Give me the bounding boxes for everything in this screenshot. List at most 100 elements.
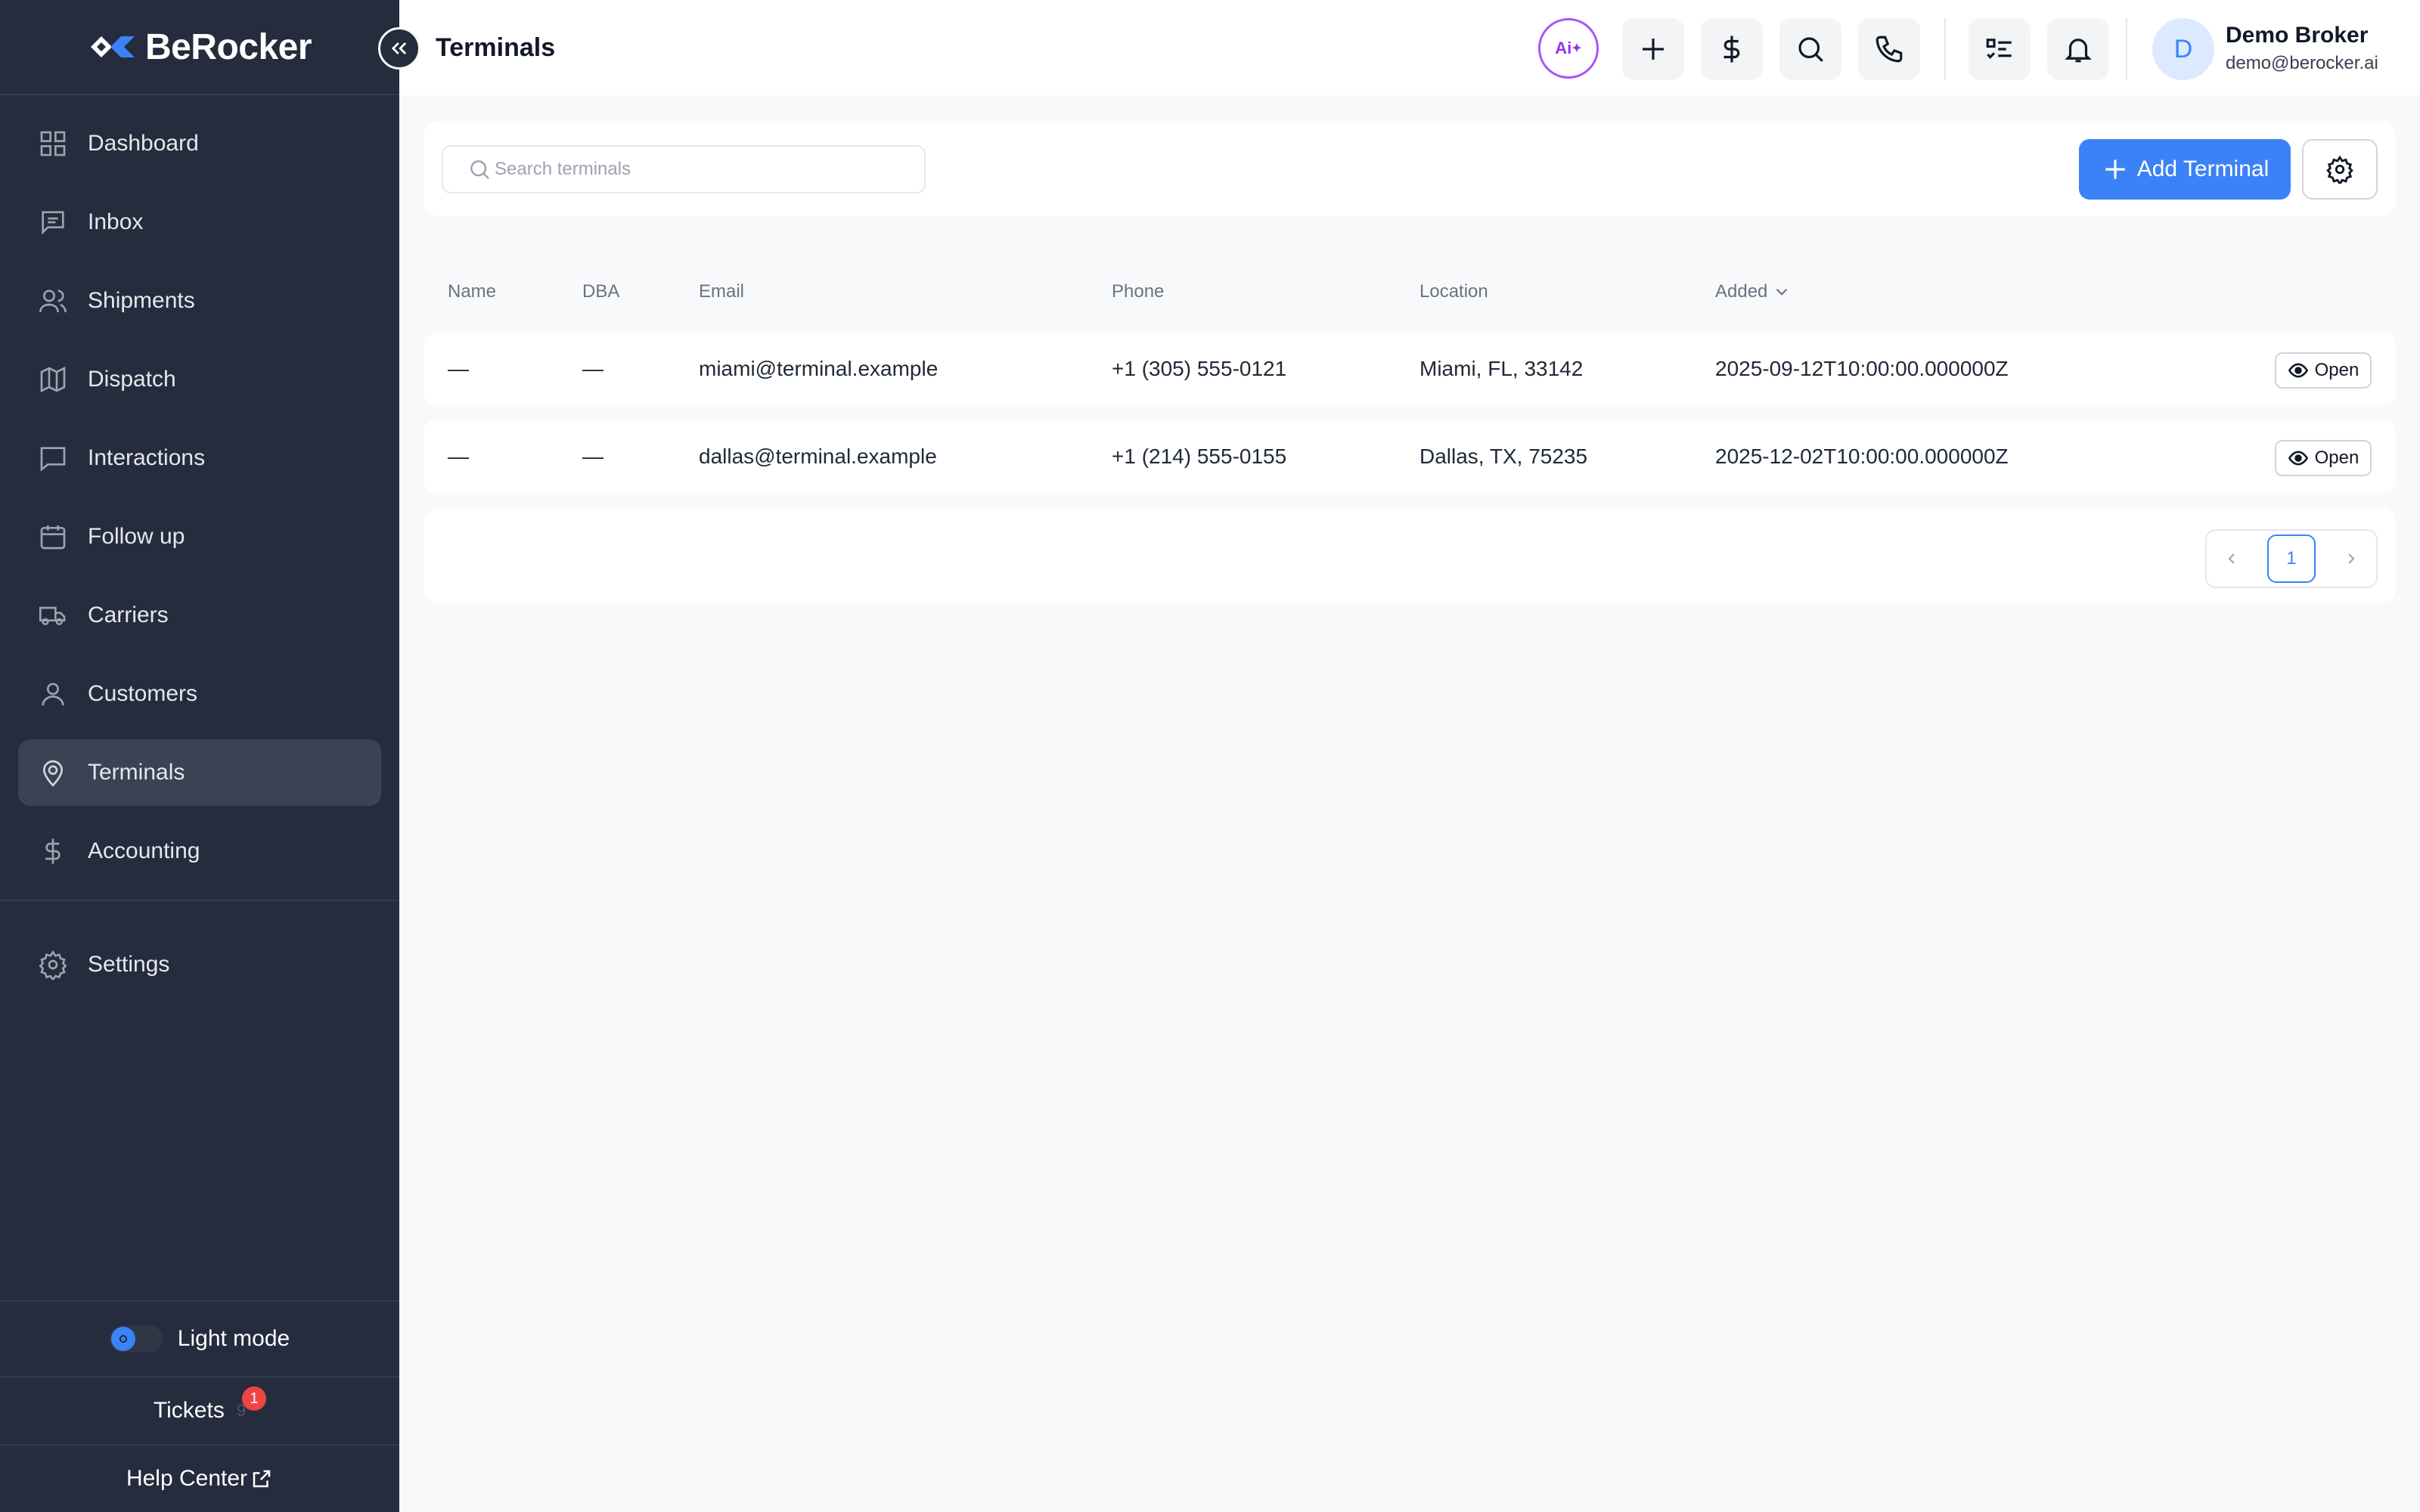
cell-email: dallas@terminal.example <box>699 445 937 468</box>
sidebar-nav: Dashboard Inbox Shipments Dispatch Inter… <box>0 95 399 885</box>
global-search-button[interactable] <box>1779 18 1841 80</box>
column-header-location[interactable]: Location <box>1419 281 1488 302</box>
chevrons-left-icon <box>391 42 407 54</box>
cell-location: Miami, FL, 33142 <box>1419 357 1584 380</box>
sidebar-footer: Light mode Tickets 9 1 Help Center <box>0 1300 399 1512</box>
cell-added: 2025-09-12T10:00:00.000000Z <box>1715 357 2009 380</box>
column-header-dba[interactable]: DBA <box>582 281 619 302</box>
table-row[interactable]: — — dallas@terminal.example +1 (214) 555… <box>424 420 2396 493</box>
sidebar-item-dispatch[interactable]: Dispatch <box>18 346 381 413</box>
sidebar-item-label: Interactions <box>88 445 206 470</box>
tickets-badge: 1 <box>242 1387 266 1411</box>
cell-phone: +1 (214) 555-0155 <box>1112 445 1287 468</box>
notifications-button[interactable] <box>2047 18 2109 80</box>
chevron-left-icon <box>2228 553 2235 564</box>
cell-dba: — <box>582 357 603 380</box>
sidebar-item-label: Inbox <box>88 209 144 234</box>
ai-assistant-button[interactable]: Ai ✦ <box>1538 18 1599 79</box>
prev-page-button[interactable] <box>2217 544 2247 574</box>
search-icon <box>1798 37 1823 62</box>
table-settings-button[interactable] <box>2302 139 2378 200</box>
grid-icon <box>40 131 66 156</box>
cell-added: 2025-12-02T10:00:00.000000Z <box>1715 445 2009 468</box>
cell-name: — <box>448 445 469 468</box>
column-header-added[interactable]: Added <box>1715 281 1792 302</box>
theme-toggle[interactable] <box>109 1325 163 1352</box>
bell-icon <box>2065 39 2092 63</box>
sidebar-item-terminals[interactable]: Terminals <box>18 739 381 806</box>
sidebar-item-dashboard[interactable]: Dashboard <box>18 110 381 177</box>
collapse-sidebar-button[interactable] <box>378 27 420 70</box>
sidebar-item-inbox[interactable]: Inbox <box>18 189 381 256</box>
user-icon <box>42 683 64 706</box>
tickets-label: Tickets <box>153 1398 225 1423</box>
phone-button[interactable] <box>1858 18 1920 80</box>
column-header-email[interactable]: Email <box>699 281 744 302</box>
sidebar-item-label: Settings <box>88 952 170 977</box>
tasks-button[interactable] <box>1969 18 2031 80</box>
users-icon <box>39 290 67 313</box>
eye-icon <box>2288 363 2308 378</box>
terminals-toolbar: Add Terminal <box>424 121 2396 216</box>
table-row[interactable]: — — miami@terminal.example +1 (305) 555-… <box>424 333 2396 405</box>
sidebar-item-follow-up[interactable]: Follow up <box>18 503 381 570</box>
cell-name: — <box>448 357 469 380</box>
search-icon <box>470 160 489 179</box>
help-center-label: Help Center <box>126 1466 248 1491</box>
add-terminal-button[interactable]: Add Terminal <box>2079 139 2291 200</box>
sidebar-item-label: Accounting <box>88 838 200 863</box>
page-title: Terminals <box>436 33 556 62</box>
help-center-link[interactable]: Help Center <box>0 1444 399 1512</box>
app-logo[interactable]: BeRocker <box>0 0 399 95</box>
topbar: Terminals Ai ✦ D Demo Broker demo@berocke… <box>399 0 2420 95</box>
quick-quote-button[interactable] <box>1701 18 1763 80</box>
sidebar-item-accounting[interactable]: Accounting <box>18 818 381 885</box>
column-header-phone[interactable]: Phone <box>1112 281 1164 302</box>
pin-icon <box>42 760 64 787</box>
sidebar-item-label: Dispatch <box>88 367 176 392</box>
sidebar-item-interactions[interactable]: Interactions <box>18 425 381 491</box>
sidebar: BeRocker Dashboard Inbox Shipments Dispa… <box>0 0 399 1512</box>
sidebar-item-carriers[interactable]: Carriers <box>18 582 381 649</box>
search-field[interactable] <box>442 145 926 194</box>
next-page-button[interactable] <box>2336 544 2366 574</box>
pagination: 1 <box>2205 529 2378 588</box>
pagination-bar: 1 <box>424 508 2396 603</box>
open-label: Open <box>2314 360 2360 380</box>
sidebar-item-label: Carriers <box>88 603 169 627</box>
avatar[interactable]: D <box>2152 18 2214 80</box>
light-mode-row[interactable]: Light mode <box>0 1300 399 1376</box>
quick-add-button[interactable] <box>1622 18 1684 80</box>
map-icon <box>40 366 66 393</box>
sparkle-icon: ✦ <box>1571 42 1582 55</box>
sidebar-item-settings[interactable]: Settings <box>18 931 381 998</box>
app-name: BeRocker <box>144 26 312 67</box>
open-button[interactable]: Open <box>2275 352 2372 389</box>
gear-icon <box>2326 155 2353 184</box>
tickets-row[interactable]: Tickets 9 1 <box>0 1376 399 1444</box>
logo-icon <box>90 36 135 57</box>
theme-toggle-knob <box>110 1327 135 1351</box>
sidebar-item-label: Terminals <box>88 760 185 785</box>
open-button[interactable]: Open <box>2275 440 2372 476</box>
search-input[interactable] <box>495 159 918 180</box>
sun-icon <box>119 1334 127 1343</box>
eye-icon <box>2288 451 2308 466</box>
topbar-divider <box>2126 18 2127 80</box>
sidebar-item-shipments[interactable]: Shipments <box>18 268 381 334</box>
plus-icon <box>2105 160 2125 179</box>
sidebar-item-label: Shipments <box>88 288 195 313</box>
chevron-right-icon <box>2347 553 2355 564</box>
chevron-down-icon <box>1776 288 1788 296</box>
cell-phone: +1 (305) 555-0121 <box>1112 357 1287 380</box>
open-label: Open <box>2314 448 2360 468</box>
gear-icon <box>39 950 67 980</box>
ai-label: Ai <box>1555 39 1572 57</box>
column-header-name[interactable]: Name <box>448 281 496 302</box>
sidebar-item-label: Customers <box>88 681 198 706</box>
user-email: demo@berocker.ai <box>2226 53 2378 73</box>
message-icon <box>42 211 64 235</box>
topbar-divider <box>1944 18 1946 80</box>
page-number-button[interactable]: 1 <box>2266 534 2316 583</box>
sidebar-item-customers[interactable]: Customers <box>18 661 381 727</box>
